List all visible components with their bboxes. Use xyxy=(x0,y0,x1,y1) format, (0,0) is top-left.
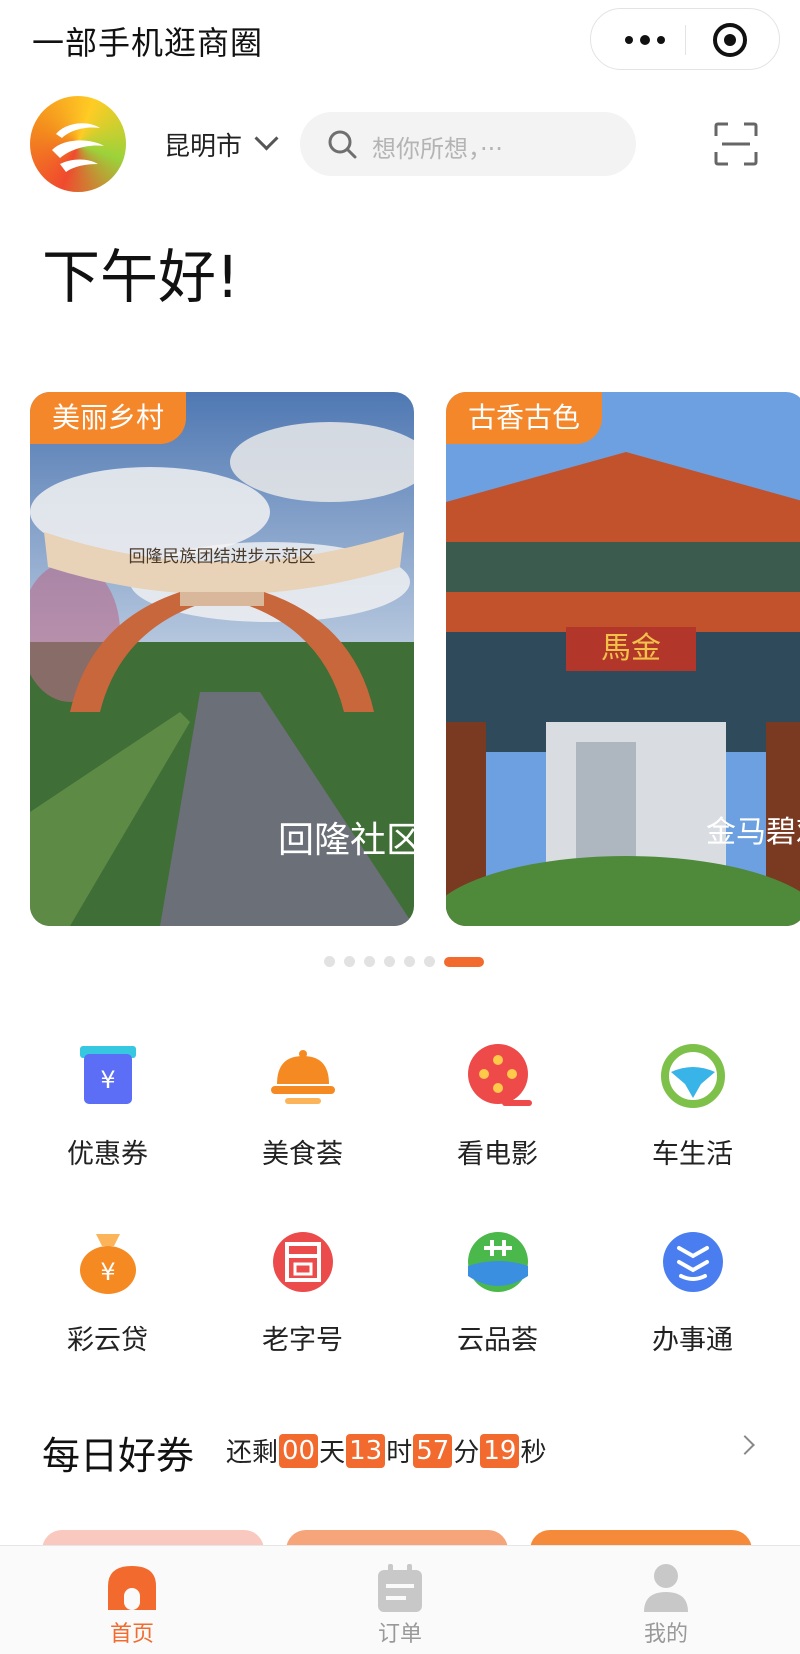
service-label: 彩云贷 xyxy=(67,1325,148,1356)
yunpin-icon xyxy=(467,1232,528,1292)
card-tag: 美丽乡村 xyxy=(30,392,187,444)
mini-program-capsule xyxy=(590,8,780,70)
archway-caption: 金马碧鸡 xyxy=(706,815,800,850)
service-yunpin[interactable]: 云品荟 xyxy=(400,1226,595,1412)
countdown-minutes: 57 xyxy=(413,1433,453,1468)
indicator-dot[interactable] xyxy=(424,956,435,967)
chevron-right-icon[interactable] xyxy=(735,1435,755,1455)
old-brand-icon xyxy=(272,1232,333,1292)
app-title: 一部手机逛商圈 xyxy=(32,24,264,62)
search-input[interactable]: 想你所想，··· xyxy=(300,112,636,176)
countdown-seconds: 19 xyxy=(480,1433,520,1468)
tab-label: 订单 xyxy=(377,1622,422,1647)
tab-home[interactable]: 首页 xyxy=(52,1546,212,1648)
countdown-hours-unit: 时 xyxy=(386,1438,413,1468)
archway-plaque: 馬金 xyxy=(601,631,661,666)
chevron-down-icon[interactable] xyxy=(254,126,279,151)
service-food[interactable]: 美食荟 xyxy=(205,1040,400,1226)
indicator-dot-active[interactable] xyxy=(444,956,484,967)
service-label: 优惠券 xyxy=(67,1139,148,1170)
service-movie[interactable]: 看电影 xyxy=(400,1040,595,1226)
search-placeholder: 想你所想，··· xyxy=(372,135,503,163)
film-reel-icon xyxy=(467,1044,532,1106)
indicator-dot[interactable] xyxy=(324,956,335,967)
countdown-days-unit: 天 xyxy=(319,1438,346,1468)
tab-orders[interactable]: 订单 xyxy=(320,1546,480,1648)
service-grid: ¥ 优惠券 美食荟 看电影 车生活 ¥ 彩云贷 老字号 云品荟 办事通 xyxy=(0,1040,800,1412)
countdown-days: 00 xyxy=(279,1433,319,1468)
indicator-dot[interactable] xyxy=(404,956,415,967)
profile-icon xyxy=(644,1564,688,1612)
service-label: 云品荟 xyxy=(457,1325,538,1356)
tab-label: 我的 xyxy=(643,1622,688,1647)
countdown-seconds-unit: 秒 xyxy=(520,1438,547,1468)
service-label: 老字号 xyxy=(262,1325,343,1356)
carousel-indicator xyxy=(324,956,484,967)
close-target-icon[interactable] xyxy=(713,23,747,57)
city-selector[interactable]: 昆明市 xyxy=(164,126,242,163)
steering-wheel-icon xyxy=(660,1044,725,1108)
service-car[interactable]: 车生活 xyxy=(595,1040,790,1226)
countdown-prefix: 还剩 xyxy=(226,1438,279,1468)
svg-text:¥: ¥ xyxy=(100,1258,115,1286)
carousel-card-archway[interactable]: 馬金 金马碧鸡 古香古色 xyxy=(446,392,800,926)
search-icon xyxy=(328,130,357,159)
tab-profile[interactable]: 我的 xyxy=(586,1546,746,1648)
village-caption: 回隆社区 xyxy=(278,820,414,861)
service-banshitong[interactable]: 办事通 xyxy=(595,1226,790,1412)
banshitong-icon xyxy=(662,1232,723,1292)
service-label: 办事通 xyxy=(652,1325,733,1356)
money-bag-icon: ¥ xyxy=(79,1234,136,1294)
greeting-text: 下午好! xyxy=(42,243,240,311)
scan-icon[interactable] xyxy=(714,122,758,166)
indicator-dot[interactable] xyxy=(344,956,355,967)
countdown-minutes-unit: 分 xyxy=(453,1438,480,1468)
service-coupon[interactable]: ¥ 优惠券 xyxy=(10,1040,205,1226)
service-loan[interactable]: ¥ 彩云贷 xyxy=(10,1226,205,1412)
service-label: 美食荟 xyxy=(262,1139,343,1170)
countdown-hours: 13 xyxy=(346,1433,386,1468)
service-label: 看电影 xyxy=(457,1139,538,1170)
countdown: 还剩 00 天 13 时 57 分 19 秒 xyxy=(226,1432,546,1469)
order-icon xyxy=(378,1564,422,1612)
coupon-icon: ¥ xyxy=(79,1046,136,1104)
service-label: 车生活 xyxy=(652,1139,733,1170)
arch-text: 回隆民族团结进步示范区 xyxy=(129,547,316,567)
village-photo: 回隆民族团结进步示范区 回隆社区 xyxy=(30,392,414,926)
service-old-brand[interactable]: 老字号 xyxy=(205,1226,400,1412)
carousel-card-village[interactable]: 回隆民族团结进步示范区 回隆社区 美丽乡村 xyxy=(30,392,414,926)
bottom-tab-bar: 首页 订单 我的 xyxy=(0,1545,800,1654)
capsule-divider xyxy=(685,25,686,55)
more-options-icon[interactable] xyxy=(617,9,673,71)
svg-text:¥: ¥ xyxy=(100,1066,115,1094)
card-tag: 古香古色 xyxy=(446,392,603,444)
home-icon xyxy=(108,1566,156,1610)
archway-photo: 馬金 金马碧鸡 xyxy=(446,392,800,926)
food-bell-icon xyxy=(270,1050,335,1104)
daily-coupon-title: 每日好券 xyxy=(42,1434,195,1478)
app-logo xyxy=(30,96,126,192)
indicator-dot[interactable] xyxy=(364,956,375,967)
indicator-dot[interactable] xyxy=(384,956,395,967)
tab-label: 首页 xyxy=(109,1622,154,1647)
